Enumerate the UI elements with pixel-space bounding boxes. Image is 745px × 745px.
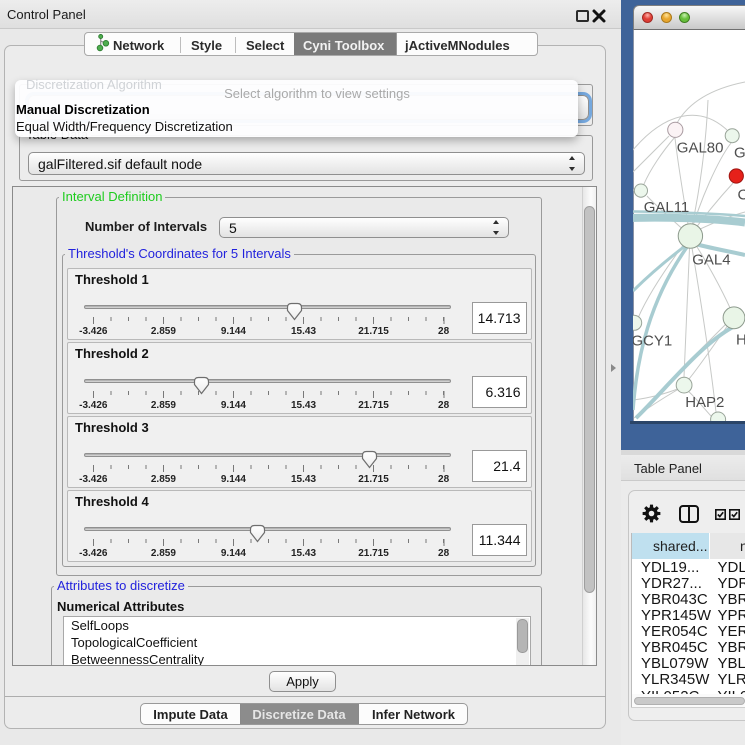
svg-text:GAL80: GAL80 <box>677 139 724 156</box>
svg-text:GAL11: GAL11 <box>644 199 690 216</box>
svg-text:GAL4: GAL4 <box>692 252 730 269</box>
svg-text:GAL: GAL <box>734 144 745 161</box>
svg-text:CD: CD <box>738 187 745 204</box>
svg-text:HI: HI <box>736 331 745 348</box>
svg-text:GCY1: GCY1 <box>633 332 672 349</box>
svg-text:HAP2: HAP2 <box>685 394 724 411</box>
